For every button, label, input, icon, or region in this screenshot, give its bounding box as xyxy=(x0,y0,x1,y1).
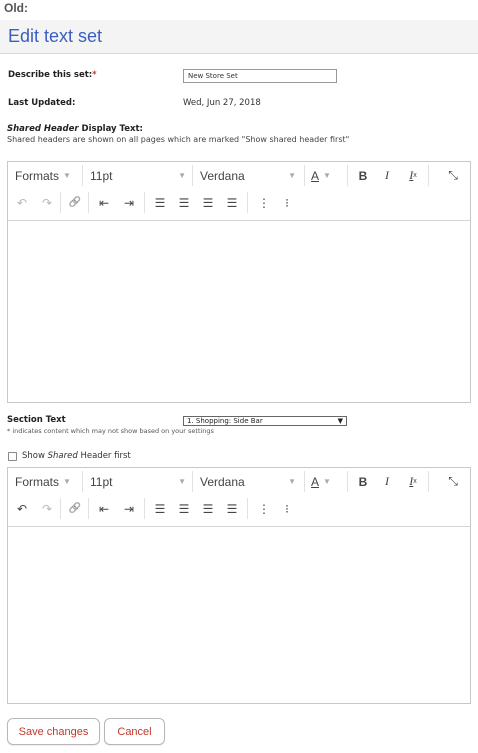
redo-button[interactable]: ↷ xyxy=(36,495,58,522)
bullet-list-button[interactable]: ⁝ xyxy=(276,495,298,522)
font-size-dropdown[interactable]: 11pt ▼ xyxy=(90,468,190,495)
chevron-down-icon: ▼ xyxy=(178,477,186,486)
shared-header-help: Shared headers are shown on all pages wh… xyxy=(7,135,350,144)
text-color-button[interactable]: A ▼ xyxy=(311,468,331,495)
editor-toolbar-row-1: Formats ▼ 11pt ▼ Verdana ▼ A ▼ B I Ix ⤡ xyxy=(8,468,470,495)
text-color-icon: A xyxy=(311,168,320,183)
link-button[interactable]: 🔗 xyxy=(64,495,86,522)
text-color-button[interactable]: A ▼ xyxy=(311,162,331,189)
editor-toolbar-row-1: Formats ▼ 11pt ▼ Verdana ▼ A ▼ B I Ix ⤡ xyxy=(8,162,470,189)
chevron-down-icon: ▼ xyxy=(178,171,186,180)
show-shared-header-row[interactable]: Show Shared Header first xyxy=(8,451,131,461)
chevron-down-icon: ▼ xyxy=(63,477,71,486)
editor-toolbar-row-2: ↶ ↷ 🔗 ⇤ ⇥ ☰ ☰ ☰ ☰ ⋮ ⁝ xyxy=(8,189,470,216)
describe-set-input[interactable]: New Store Set xyxy=(183,69,337,83)
required-mark: * xyxy=(92,70,97,80)
formats-label: Formats xyxy=(15,474,60,489)
font-size-dropdown[interactable]: 11pt ▼ xyxy=(90,162,190,189)
text-color-icon: A xyxy=(311,474,320,489)
describe-label: Describe this set:* xyxy=(8,70,97,80)
numbered-list-button[interactable]: ⋮ xyxy=(253,495,275,522)
outdent-button[interactable]: ⇤ xyxy=(93,495,115,522)
show-shared-suffix: Header first xyxy=(80,451,131,461)
bullet-list-button[interactable]: ⁝ xyxy=(276,189,298,216)
align-right-button[interactable]: ☰ xyxy=(197,189,219,216)
outdent-button[interactable]: ⇤ xyxy=(93,189,115,216)
justify-button[interactable]: ☰ xyxy=(221,495,243,522)
align-left-button[interactable]: ☰ xyxy=(149,189,171,216)
shared-header-editor: Formats ▼ 11pt ▼ Verdana ▼ A ▼ B I Ix ⤡ ↶ ↷ … xyxy=(7,161,471,403)
chevron-down-icon: ▼ xyxy=(323,171,331,180)
font-family-dropdown[interactable]: Verdana ▼ xyxy=(200,468,300,495)
section-select[interactable]: 1. Shopping: Side Bar ▼ xyxy=(183,416,347,426)
last-updated-label: Last Updated: xyxy=(8,98,76,108)
shared-header-title: Shared Header Display Text: xyxy=(7,124,143,134)
section-note: * indicates content which may not show b… xyxy=(7,427,214,435)
old-label: Old: xyxy=(4,1,28,15)
font-size-label: 11pt xyxy=(90,168,113,183)
clear-format-button[interactable]: Ix xyxy=(402,162,424,189)
italic-button[interactable]: I xyxy=(376,468,398,495)
font-size-label: 11pt xyxy=(90,474,113,489)
section-text-editor: Formats ▼ 11pt ▼ Verdana ▼ A ▼ B I Ix ⤡ ↶ ↷ … xyxy=(7,467,471,704)
link-button[interactable]: 🔗 xyxy=(64,189,86,216)
fullscreen-button[interactable]: ⤡ xyxy=(442,162,464,189)
redo-button[interactable]: ↷ xyxy=(36,189,58,216)
describe-label-text: Describe this set: xyxy=(8,70,93,80)
formats-dropdown[interactable]: Formats ▼ xyxy=(15,468,71,495)
section-select-value: 1. Shopping: Side Bar xyxy=(187,417,263,425)
section-text-label: Section Text xyxy=(7,415,66,425)
formats-label: Formats xyxy=(15,168,60,183)
clear-format-sub: x xyxy=(413,172,417,179)
cancel-button[interactable]: Cancel xyxy=(104,718,165,745)
chevron-down-icon: ▼ xyxy=(288,171,296,180)
undo-button[interactable]: ↶ xyxy=(11,189,33,216)
font-family-label: Verdana xyxy=(200,474,245,489)
fullscreen-button[interactable]: ⤡ xyxy=(442,468,464,495)
shared-header-title-rest: Display Text: xyxy=(78,124,143,134)
numbered-list-button[interactable]: ⋮ xyxy=(253,189,275,216)
clear-format-sub: x xyxy=(413,478,417,485)
show-shared-italic: Shared xyxy=(47,451,78,461)
align-center-button[interactable]: ☰ xyxy=(173,189,195,216)
indent-button[interactable]: ⇥ xyxy=(118,189,140,216)
page-header: Edit text set xyxy=(0,20,478,54)
chevron-down-icon: ▼ xyxy=(288,477,296,486)
formats-dropdown[interactable]: Formats ▼ xyxy=(15,162,71,189)
align-left-button[interactable]: ☰ xyxy=(149,495,171,522)
clear-format-button[interactable]: Ix xyxy=(402,468,424,495)
bold-button[interactable]: B xyxy=(352,162,374,189)
undo-button[interactable]: ↶ xyxy=(11,495,33,522)
chevron-down-icon: ▼ xyxy=(63,171,71,180)
bold-button[interactable]: B xyxy=(352,468,374,495)
page-title: Edit text set xyxy=(8,26,103,46)
show-shared-header-checkbox[interactable] xyxy=(8,451,17,461)
section-text-edit-area[interactable] xyxy=(8,526,470,703)
editor-toolbar-row-2: ↶ ↷ 🔗 ⇤ ⇥ ☰ ☰ ☰ ☰ ⋮ ⁝ xyxy=(8,495,470,522)
italic-button[interactable]: I xyxy=(376,162,398,189)
shared-header-edit-area[interactable] xyxy=(8,220,470,402)
align-right-button[interactable]: ☰ xyxy=(197,495,219,522)
show-shared-prefix: Show xyxy=(22,451,45,461)
save-changes-button[interactable]: Save changes xyxy=(7,718,100,745)
dropdown-arrow-icon: ▼ xyxy=(337,417,343,425)
align-center-button[interactable]: ☰ xyxy=(173,495,195,522)
indent-button[interactable]: ⇥ xyxy=(118,495,140,522)
justify-button[interactable]: ☰ xyxy=(221,189,243,216)
font-family-label: Verdana xyxy=(200,168,245,183)
last-updated-value: Wed, Jun 27, 2018 xyxy=(183,98,261,108)
shared-header-title-italic: Shared Header xyxy=(7,124,79,134)
font-family-dropdown[interactable]: Verdana ▼ xyxy=(200,162,300,189)
chevron-down-icon: ▼ xyxy=(323,477,331,486)
